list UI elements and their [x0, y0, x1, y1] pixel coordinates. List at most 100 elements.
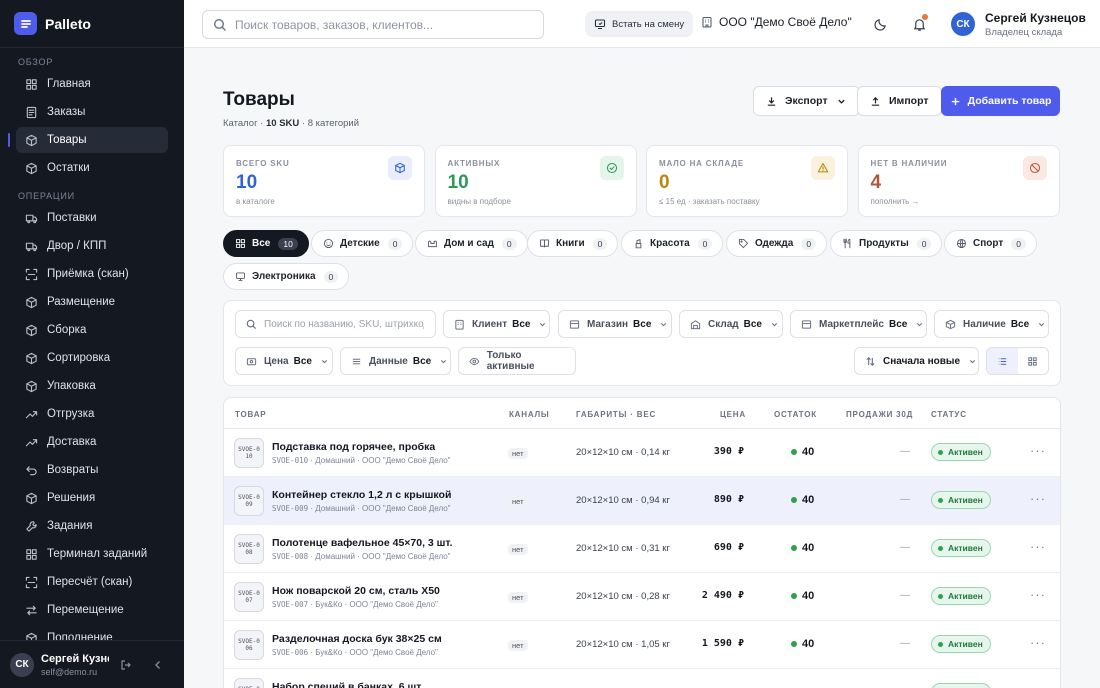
start-shift-button[interactable]: Встать на смену — [585, 11, 694, 37]
column-header-stock[interactable]: Остаток — [774, 410, 817, 419]
sidebar-item[interactable]: Заказы — [16, 99, 168, 125]
product-name[interactable]: Подставка под горячее, пробка — [272, 441, 435, 453]
column-header-dims[interactable]: Габариты · вес — [576, 410, 656, 419]
filter-warehouse[interactable]: Склад Все — [679, 310, 783, 338]
nav-icon-wrap — [24, 407, 38, 421]
table-row[interactable]: SVOE-005 Набор специй в банках, 6 шт. Акти… — [224, 669, 1060, 688]
table-row[interactable]: SVOE-007 Нож поварской 20 см, сталь X50 SV… — [224, 573, 1060, 621]
sidebar-item[interactable]: Возвраты — [16, 457, 168, 483]
product-search-input[interactable] — [264, 318, 424, 330]
collapse-sidebar-icon[interactable] — [149, 656, 167, 674]
sidebar-item[interactable]: Двор / КПП — [16, 233, 168, 259]
product-name[interactable]: Нож поварской 20 см, сталь X50 — [272, 585, 440, 597]
only-active-toggle[interactable]: Только активные — [458, 347, 576, 375]
stat-subtitle[interactable]: ≤ 15 ед · заказать поставку — [659, 197, 760, 206]
theme-toggle-icon[interactable] — [871, 15, 889, 33]
org-switcher[interactable]: ООО "Демо Своё Дело" — [701, 15, 852, 29]
category-chip-label: Электроника — [252, 271, 316, 282]
category-chip-count: 0 — [501, 237, 517, 250]
column-header-price[interactable]: Цена — [720, 410, 746, 419]
category-chip[interactable]: Спорт 0 — [944, 230, 1037, 257]
sidebar-item[interactable]: Приёмка (скан) — [16, 261, 168, 287]
user-menu[interactable]: Сергей Кузнецов Владелец склада — [985, 11, 1086, 38]
logout-icon[interactable] — [117, 656, 135, 674]
sidebar-item[interactable]: Решения — [16, 485, 168, 511]
product-name[interactable]: Полотенце вафельное 45×70, 3 шт. — [272, 537, 453, 549]
sidebar-item[interactable]: Задания — [16, 513, 168, 539]
category-chip[interactable]: Электроника 0 — [223, 263, 350, 290]
filter-client[interactable]: Клиент Все — [443, 310, 550, 338]
nav-icon-wrap — [24, 105, 38, 119]
filter-availability[interactable]: Наличие Все — [934, 310, 1049, 338]
category-chip[interactable]: Все 10 — [223, 230, 309, 257]
table-row[interactable]: SVOE-006 Разделочная доска бук 38×25 см SV… — [224, 621, 1060, 669]
category-chip[interactable]: Книги 0 — [527, 230, 619, 257]
column-header-channels[interactable]: Каналы — [509, 410, 550, 419]
category-chip[interactable]: Одежда 0 — [726, 230, 828, 257]
filter-marketplace[interactable]: Маркетплейс Все — [790, 310, 927, 338]
product-name[interactable]: Набор специй в банках, 6 шт. — [272, 681, 423, 688]
grid-view-icon[interactable] — [1018, 348, 1049, 374]
import-button[interactable]: Импорт — [857, 86, 942, 116]
wallet-icon — [246, 357, 257, 365]
category-chip[interactable]: Детские 0 — [311, 230, 414, 257]
column-header-sales[interactable]: Продажи 30д — [846, 410, 913, 419]
food-icon — [843, 238, 851, 249]
table-row[interactable]: SVOE-010 Подставка под горячее, пробка SVO… — [224, 429, 1060, 477]
user-avatar[interactable]: СК — [951, 12, 975, 36]
product-search[interactable] — [235, 310, 436, 338]
scan-icon — [25, 576, 37, 588]
notifications-bell-icon[interactable] — [910, 14, 928, 33]
notification-dot — [922, 14, 928, 20]
category-chip[interactable]: Продукты 0 — [830, 230, 943, 257]
product-name[interactable]: Контейнер стекло 1,2 л с крышкой — [272, 489, 451, 501]
sidebar-item[interactable]: Сортировка — [16, 345, 168, 371]
product-dims: 20×12×10 см · 0,94 кг — [576, 495, 670, 506]
app-name: Palleto — [45, 15, 91, 32]
add-product-button[interactable]: Добавить товар — [941, 86, 1060, 116]
column-header-product[interactable]: Товар — [235, 410, 266, 419]
more-actions-icon[interactable]: ··· — [1030, 587, 1046, 602]
export-button[interactable]: Экспорт — [753, 86, 860, 116]
category-chip[interactable]: Красота 0 — [621, 230, 724, 257]
sidebar-item[interactable]: Доставка — [16, 429, 168, 455]
avatar[interactable]: СК — [10, 652, 34, 677]
sidebar-item[interactable]: Пересчёт (скан) — [16, 569, 168, 595]
more-actions-icon[interactable]: ··· — [1030, 635, 1046, 650]
more-actions-icon[interactable]: ··· — [1030, 443, 1046, 458]
column-header-status[interactable]: Статус — [931, 410, 967, 419]
sidebar-item[interactable]: Перемещение — [16, 597, 168, 623]
table-row[interactable]: SVOE-009 Контейнер стекло 1,2 л с крышкой… — [224, 477, 1060, 525]
category-chip[interactable]: Дом и сад 0 — [415, 230, 528, 257]
sidebar-item[interactable]: Терминал заданий — [16, 541, 168, 567]
org-name: ООО "Демо Своё Дело" — [719, 15, 852, 29]
filter-shop[interactable]: Магазин Все — [558, 310, 672, 338]
sidebar-item[interactable]: Поставки — [16, 205, 168, 231]
sidebar-item[interactable]: Главная — [16, 71, 168, 97]
import-label: Импорт — [889, 95, 929, 107]
list-view-icon[interactable] — [987, 348, 1018, 374]
filter-price[interactable]: Цена Все — [235, 347, 333, 375]
filter-data[interactable]: Данные Все — [340, 347, 451, 375]
more-actions-icon[interactable]: ··· — [1030, 539, 1046, 554]
search-icon — [246, 319, 257, 329]
sidebar-item[interactable]: Упаковка — [16, 373, 168, 399]
stat-icon-wrap — [388, 156, 412, 180]
sidebar-item[interactable]: Остатки — [16, 155, 168, 181]
product-sku: SVOE-010 — [272, 456, 309, 465]
sidebar-item[interactable]: Отгрузка — [16, 401, 168, 427]
more-actions-icon[interactable]: ··· — [1030, 491, 1046, 506]
product-name[interactable]: Разделочная доска бук 38×25 см — [272, 633, 442, 645]
sidebar-item[interactable]: Сборка — [16, 317, 168, 343]
brand[interactable]: Palleto — [0, 0, 184, 48]
sidebar-item[interactable]: Товары — [8, 127, 168, 153]
more-actions-icon[interactable]: ··· — [1030, 683, 1046, 688]
sidebar-item[interactable]: Размещение — [16, 289, 168, 315]
global-search-input[interactable] — [235, 17, 525, 32]
sort-select[interactable]: Сначала новые — [854, 347, 979, 375]
global-search[interactable] — [202, 10, 544, 39]
status-badge: Активен — [931, 443, 991, 461]
sidebar-item-label: Поставки — [47, 212, 97, 224]
stat-subtitle[interactable]: пополнить → — [871, 197, 920, 206]
table-row[interactable]: SVOE-008 Полотенце вафельное 45×70, 3 шт.… — [224, 525, 1060, 573]
